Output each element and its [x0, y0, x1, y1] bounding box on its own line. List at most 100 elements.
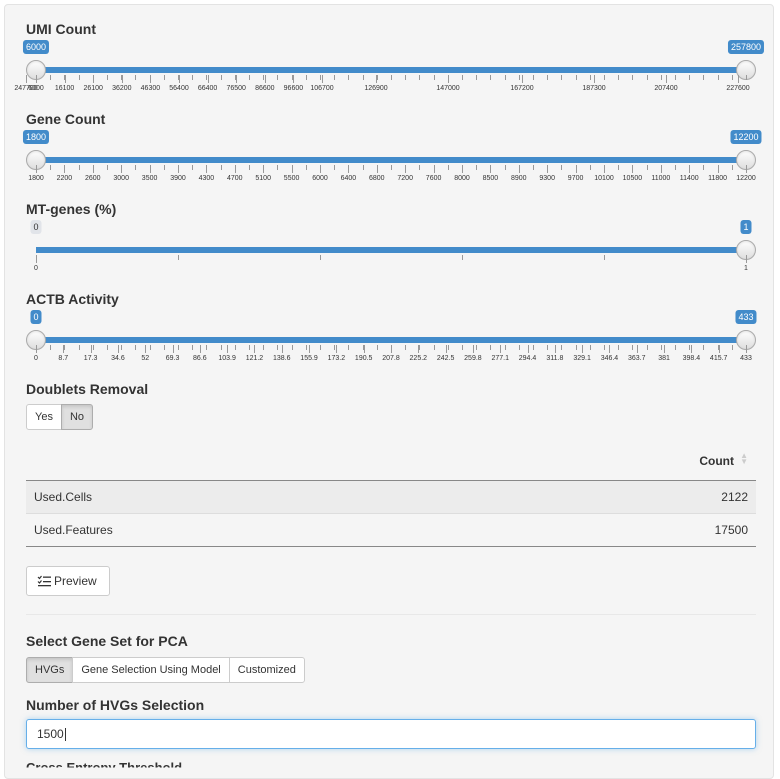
tick-label: 10500 — [622, 175, 643, 182]
minor-tick — [362, 75, 364, 80]
hvgs-input-value: 1500 — [37, 727, 64, 741]
major-tick — [291, 165, 293, 173]
major-tick — [472, 345, 474, 353]
tick-label: 147000 — [436, 85, 460, 92]
major-tick — [376, 75, 377, 83]
major-tick — [448, 75, 449, 83]
doublets-no-button[interactable]: No — [60, 404, 94, 430]
minor-tick — [249, 345, 250, 350]
mt-genes-slider[interactable]: 0101 — [26, 220, 756, 280]
minor-tick — [589, 165, 591, 170]
major-tick — [150, 75, 152, 83]
tick-label: 1 — [744, 265, 748, 272]
tick-label: 8.7 — [58, 355, 69, 362]
tick-label: 52 — [141, 355, 150, 362]
major-tick — [746, 255, 747, 263]
minor-tick — [675, 165, 676, 170]
slider-ticks: 0 8.7 17.3 34.6 52 69.3 86.6 103.9 121.2 138.6 155… — [26, 345, 756, 365]
gene-selection-model-button[interactable]: Gene Selection Using Model — [72, 657, 230, 683]
tick-label: 398.4 — [682, 355, 701, 362]
minor-tick — [604, 345, 605, 350]
minor-tick — [405, 75, 407, 80]
tick-label: 242.5 — [436, 355, 455, 362]
minor-tick — [533, 75, 534, 80]
preview-button[interactable]: Preview — [26, 566, 110, 596]
tick-label: 3500 — [141, 175, 158, 182]
minor-tick — [376, 345, 378, 350]
major-tick — [462, 165, 463, 173]
major-tick — [179, 75, 180, 83]
tick-label: 3000 — [113, 175, 129, 182]
major-tick — [718, 345, 720, 353]
minor-tick — [391, 75, 392, 80]
minor-tick — [249, 165, 250, 170]
minor-tick — [277, 165, 279, 170]
major-tick — [227, 345, 229, 353]
tick-label: 225.2 — [409, 355, 428, 362]
tick-label: 277.1 — [491, 355, 509, 362]
major-tick — [746, 165, 747, 173]
gene-set-label: Select Gene Set for PCA — [26, 633, 188, 649]
major-tick — [117, 345, 119, 353]
minor-tick — [192, 165, 194, 170]
tick-label: 26100 — [83, 85, 103, 92]
tick-label: 56400 — [169, 85, 189, 92]
tick-label: 126900 — [364, 85, 388, 92]
minor-tick — [689, 345, 691, 350]
minor-tick — [447, 165, 449, 170]
tick-label: 3900 — [170, 175, 186, 182]
tick-label: 10100 — [594, 175, 614, 182]
major-tick — [320, 165, 321, 173]
tick-label: 11800 — [708, 175, 728, 182]
minor-tick — [731, 75, 733, 80]
hvgs-number-input[interactable]: 1500 — [26, 719, 756, 749]
minor-tick — [731, 345, 733, 350]
major-tick — [199, 345, 201, 353]
major-tick — [660, 165, 662, 173]
minor-tick — [746, 75, 747, 80]
count-column-header[interactable]: Count — [699, 454, 734, 468]
major-tick — [36, 255, 37, 263]
table-header: Count ▲ ▼ — [26, 445, 756, 481]
tick-label: 433 — [740, 355, 752, 362]
tick-label: 86600 — [255, 85, 275, 92]
doublets-yes-button[interactable]: Yes — [26, 404, 62, 430]
customized-button[interactable]: Customized — [228, 657, 305, 683]
slider-max-value: 1 — [740, 220, 752, 234]
major-tick — [90, 345, 92, 353]
minor-tick — [334, 165, 336, 170]
major-tick — [64, 165, 66, 173]
minor-tick — [78, 75, 80, 80]
row-value: 2122 — [721, 490, 748, 504]
slider-ticks: 01 — [26, 255, 756, 275]
minor-tick — [561, 165, 563, 170]
minor-tick — [632, 75, 634, 80]
umi-count-slider[interactable]: 6000 257800 6000 16100 26100 36200 46300 56400 6… — [14, 40, 765, 100]
gene-count-slider[interactable]: 1800 12200 1800 2200 2600 3000 3500 3900 4300 470… — [22, 130, 762, 190]
minor-tick — [305, 345, 307, 350]
sort-icon[interactable]: ▲ ▼ — [740, 452, 748, 466]
tick-label: 187300 — [582, 85, 606, 92]
minor-tick — [419, 345, 421, 350]
minor-tick — [78, 165, 80, 170]
minor-tick — [220, 75, 222, 80]
minor-tick — [135, 75, 137, 80]
major-tick — [433, 165, 435, 173]
major-tick — [376, 165, 378, 173]
major-tick — [522, 75, 523, 83]
slider-min-value: 0 — [30, 310, 42, 324]
major-tick — [391, 345, 392, 353]
minor-tick — [178, 255, 179, 260]
major-tick — [666, 75, 667, 83]
minor-tick — [604, 75, 605, 80]
major-tick — [689, 165, 691, 173]
tick-label: 6800 — [369, 175, 385, 182]
tick-label: 76500 — [226, 85, 246, 92]
tick-label: 415.7 — [709, 355, 728, 362]
minor-tick — [675, 345, 676, 350]
major-tick — [609, 345, 611, 353]
minor-tick — [320, 345, 321, 350]
minor-tick — [533, 165, 534, 170]
hvgs-button[interactable]: HVGs — [26, 657, 74, 683]
actb-activity-slider[interactable]: 0 433 0 8.7 17.3 34.6 52 69.3 86.6 103.9 121.2 138.… — [26, 310, 757, 370]
